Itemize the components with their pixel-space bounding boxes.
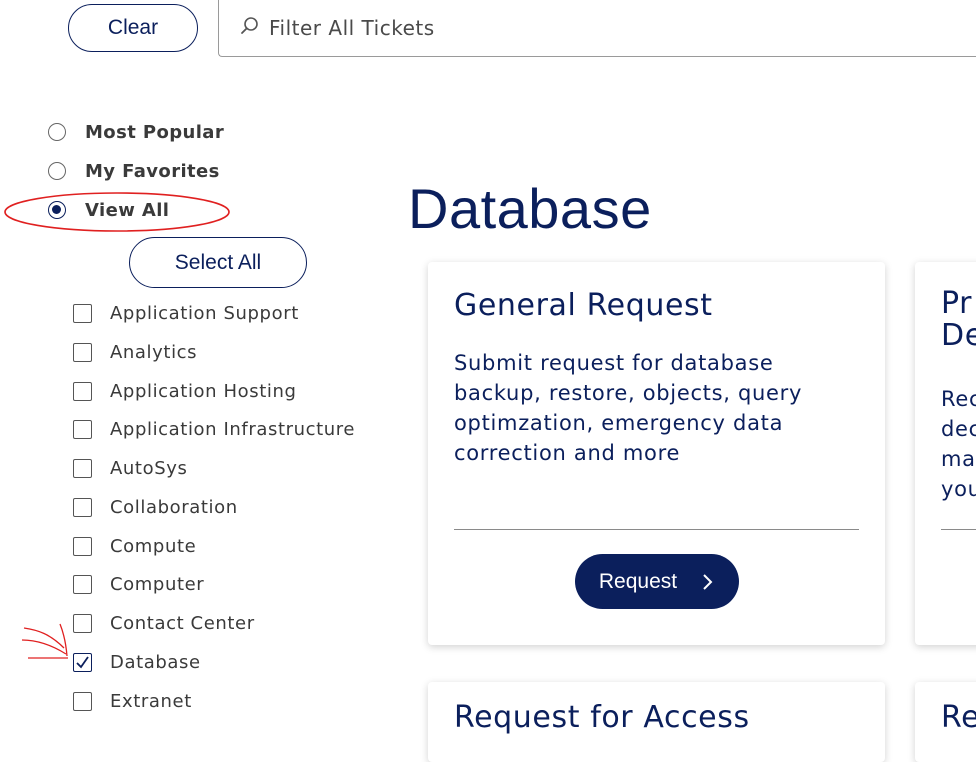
category-computer[interactable]: Computer (73, 572, 204, 596)
checkbox[interactable] (73, 342, 92, 362)
card-desc-line: ma (941, 447, 976, 471)
category-analytics[interactable]: Analytics (73, 340, 197, 364)
checkbox[interactable] (73, 536, 92, 556)
card-description: Submit request for database backup, rest… (454, 351, 803, 465)
checkbox-label: Contact Center (110, 612, 255, 634)
clear-button[interactable]: Clear (68, 4, 198, 52)
service-card-general-request: General Request Submit request for datab… (428, 262, 885, 645)
category-contact-center[interactable]: Contact Center (73, 611, 255, 635)
search-icon (241, 17, 258, 34)
card-description: Rec dec ma you (941, 384, 976, 504)
checkbox[interactable] (73, 458, 92, 478)
radio-my-favorites[interactable]: My Favorites (48, 157, 220, 185)
card-title: Re (941, 700, 976, 735)
card-title: General Request (454, 288, 713, 323)
chevron-right-icon (703, 573, 713, 590)
card-desc-line: you (941, 477, 976, 501)
checkbox-label: Application Support (110, 302, 299, 324)
category-application-hosting[interactable]: Application Hosting (73, 379, 297, 403)
service-card-partial: Pr De Rec dec ma you (915, 262, 976, 645)
radio-label: Most Popular (85, 121, 225, 143)
radio-view-all[interactable]: View All (48, 196, 169, 224)
checkbox-label: Database (110, 651, 201, 673)
checkbox-checked[interactable] (73, 652, 92, 672)
category-autosys[interactable]: AutoSys (73, 456, 187, 480)
card-divider (941, 529, 976, 530)
checkbox-label: Analytics (110, 341, 198, 363)
card-title: Pr De (941, 288, 976, 352)
category-database[interactable]: Database (73, 650, 201, 674)
checkbox-label: Application Infrastructure (110, 418, 356, 440)
search-input[interactable] (269, 16, 949, 40)
search-field[interactable] (218, 0, 976, 57)
checkbox-label: Computer (110, 573, 205, 595)
card-divider (454, 529, 859, 530)
checkbox-label: Application Hosting (110, 380, 297, 402)
checkbox-label: Extranet (110, 690, 192, 712)
checkbox[interactable] (73, 497, 92, 517)
checkbox[interactable] (73, 574, 92, 594)
checkbox[interactable] (73, 303, 92, 323)
radio-most-popular[interactable]: Most Popular (48, 118, 224, 146)
radio-button[interactable] (48, 123, 66, 141)
radio-label: My Favorites (85, 160, 220, 182)
radio-label: View All (85, 199, 170, 221)
category-application-infrastructure[interactable]: Application Infrastructure (73, 417, 355, 441)
red-arrow-annotation (21, 623, 68, 659)
request-button-label: Request (598, 569, 678, 593)
page-title: Database (408, 177, 652, 240)
checkbox-label: Compute (110, 535, 197, 557)
service-card-partial-bottom: Re (915, 682, 976, 762)
checkbox[interactable] (73, 381, 92, 401)
request-button[interactable]: Request (575, 554, 739, 609)
radio-button[interactable] (48, 162, 66, 180)
checkbox[interactable] (73, 419, 92, 439)
category-collaboration[interactable]: Collaboration (73, 495, 238, 519)
card-title-line: De (941, 318, 976, 353)
card-title: Request for Access (454, 700, 750, 735)
checkbox[interactable] (73, 691, 92, 711)
card-desc-line: dec (941, 417, 976, 441)
checkbox[interactable] (73, 613, 92, 633)
category-extranet[interactable]: Extranet (73, 689, 192, 713)
checkbox-label: Collaboration (110, 496, 238, 518)
card-title-line: Pr (941, 286, 973, 321)
checkbox-label: AutoSys (110, 457, 188, 479)
category-application-support[interactable]: Application Support (73, 301, 299, 325)
service-card-request-for-access: Request for Access (428, 682, 885, 762)
category-compute[interactable]: Compute (73, 534, 196, 558)
card-desc-line: Rec (941, 387, 976, 411)
select-all-button[interactable]: Select All (129, 237, 307, 288)
checkmark-icon (76, 655, 89, 668)
radio-button-selected[interactable] (48, 201, 66, 219)
